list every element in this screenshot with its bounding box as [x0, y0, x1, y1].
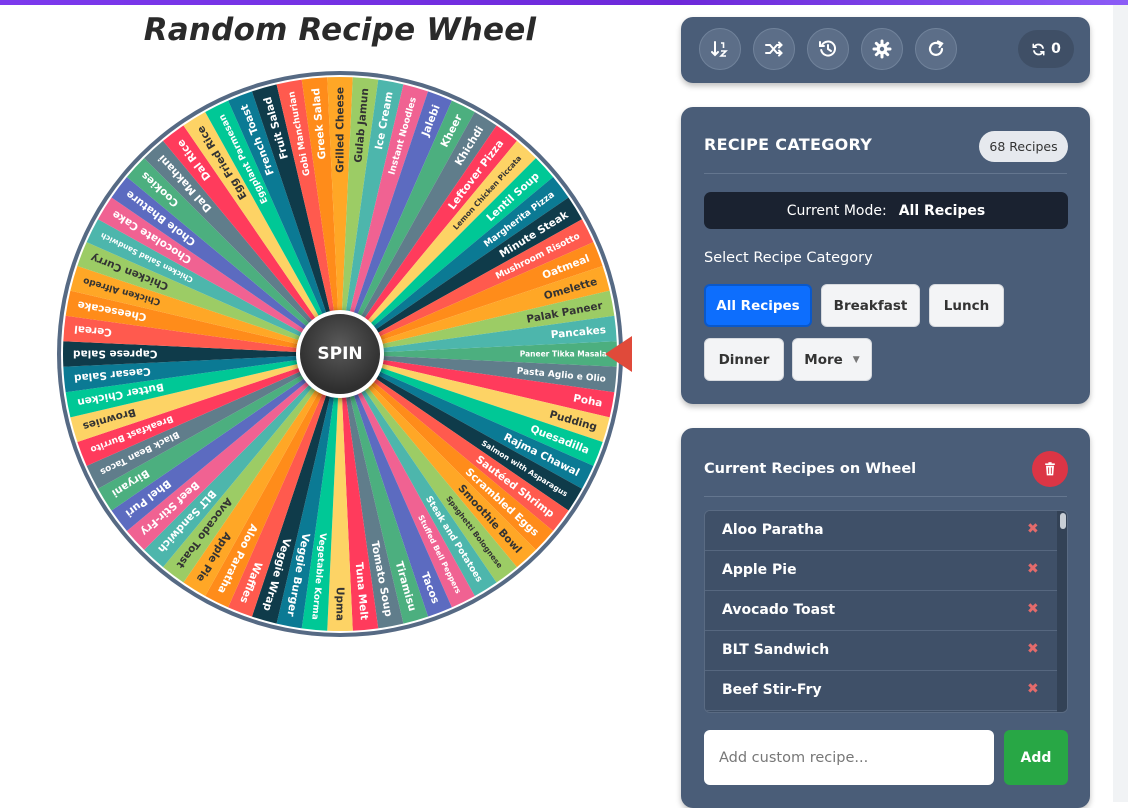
remove-recipe-icon[interactable]: ✖: [1027, 681, 1039, 697]
sort-alpha-button[interactable]: [699, 28, 741, 70]
category-chip-lunch[interactable]: Lunch: [929, 284, 1004, 327]
current-recipes-heading: Current Recipes on Wheel: [704, 461, 917, 477]
current-mode-bar: Current Mode: All Recipes: [704, 192, 1068, 229]
trash-icon: [1045, 462, 1055, 476]
page-title: Random Recipe Wheel: [143, 12, 537, 48]
remove-recipe-icon[interactable]: ✖: [1027, 601, 1039, 617]
history-icon: [819, 40, 836, 57]
remove-recipe-icon[interactable]: ✖: [1027, 561, 1039, 577]
list-item: Avocado Toast ✖: [705, 591, 1067, 631]
category-heading: RECIPE CATEGORY: [704, 135, 873, 154]
recipe-name: Apple Pie: [722, 562, 797, 578]
recipe-category-panel: RECIPE CATEGORY 68 Recipes Current Mode:…: [681, 107, 1090, 404]
category-chip-dinner[interactable]: Dinner: [704, 338, 784, 381]
toolbar: 0: [681, 17, 1090, 83]
category-chip-all-recipes[interactable]: All Recipes: [704, 284, 812, 327]
refresh-button[interactable]: [915, 28, 957, 70]
select-category-label: Select Recipe Category: [704, 250, 873, 266]
gear-icon: [872, 39, 892, 59]
spin-count-value: 0: [1051, 41, 1061, 57]
recipe-name: BLT Sandwich: [722, 642, 830, 658]
recipe-name: Avocado Toast: [722, 602, 836, 618]
settings-button[interactable]: [861, 28, 903, 70]
sort-alpha-icon: [711, 41, 728, 57]
recipe-wheel[interactable]: Paneer Tikka Masala Pasta Aglio e Olio Poh…: [54, 68, 626, 640]
sync-icon: [1032, 43, 1045, 55]
list-item: Beef Stir-Fry ✖: [705, 671, 1067, 711]
recipe-name: Aloo Paratha: [722, 522, 824, 538]
wheel-segment-label: Caprese Salad: [73, 347, 157, 359]
recipe-list-scrollbar[interactable]: [1057, 511, 1067, 712]
add-recipe-button[interactable]: Add: [1004, 730, 1068, 785]
scrollbar-thumb[interactable]: [1060, 513, 1066, 529]
shuffle-button[interactable]: [753, 28, 795, 70]
refresh-icon: [928, 40, 944, 56]
current-divider: [704, 496, 1067, 497]
category-chip-more[interactable]: More ▼: [792, 338, 872, 381]
recipe-list[interactable]: Aloo Paratha ✖ Apple Pie ✖ Avocado Toast…: [704, 510, 1068, 713]
recipe-name: Beef Stir-Fry: [722, 682, 822, 698]
shuffle-icon: [765, 41, 783, 57]
remove-recipe-icon[interactable]: ✖: [1027, 641, 1039, 657]
current-recipes-panel: Current Recipes on Wheel Aloo Paratha ✖ …: [681, 428, 1090, 808]
spin-counter: 0: [1018, 30, 1074, 68]
wheel-segment-label: Grilled Cheese: [335, 87, 347, 173]
history-button[interactable]: [807, 28, 849, 70]
spin-button[interactable]: SPIN: [296, 310, 384, 398]
wheel-segment-label: Paneer Tikka Masala: [520, 350, 607, 359]
list-item: Aloo Paratha ✖: [705, 511, 1067, 551]
list-item: Apple Pie ✖: [705, 551, 1067, 591]
list-item: BLT Sandwich ✖: [705, 631, 1067, 671]
recipe-count-badge: 68 Recipes: [979, 131, 1068, 162]
wheel-pointer-icon: [605, 336, 632, 372]
more-label: More: [804, 351, 843, 368]
category-divider: [704, 173, 1067, 174]
mode-label: Current Mode:: [786, 202, 887, 219]
custom-recipe-input[interactable]: [704, 730, 994, 785]
top-accent-bar: [0, 0, 1128, 5]
mode-value: All Recipes: [898, 202, 986, 219]
category-chip-breakfast[interactable]: Breakfast: [821, 284, 920, 327]
remove-recipe-icon[interactable]: ✖: [1027, 521, 1039, 537]
clear-recipes-button[interactable]: [1032, 451, 1068, 487]
caret-down-icon: ▼: [852, 354, 860, 365]
page-scrollbar-track[interactable]: [1113, 5, 1128, 802]
wheel-segment-label: Upma: [333, 587, 345, 621]
